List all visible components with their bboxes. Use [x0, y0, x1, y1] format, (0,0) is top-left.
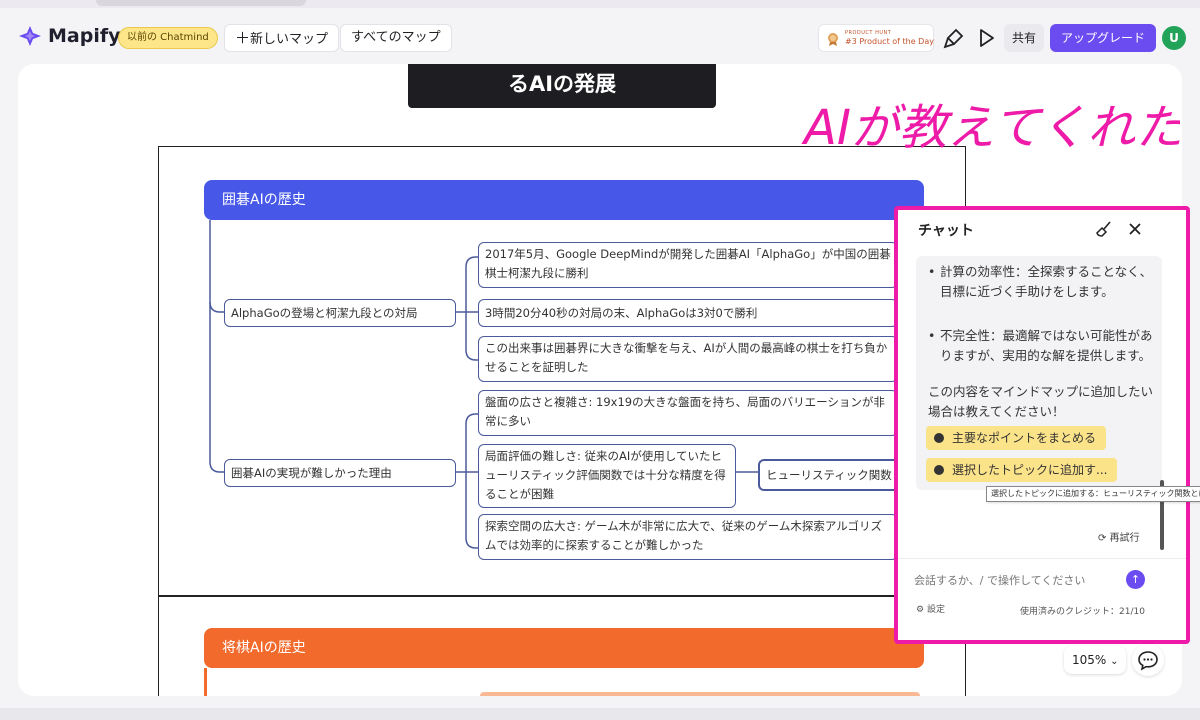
product-hunt-small: PRODUCT HUNT: [845, 30, 892, 36]
gear-icon: ⚙: [916, 605, 925, 615]
close-icon[interactable]: [1126, 220, 1144, 238]
new-map-button[interactable]: ＋新しいマップ: [224, 24, 340, 52]
previous-chatmind-chip[interactable]: 以前の Chatmind: [118, 27, 218, 49]
retry-label: 再試行: [1109, 533, 1140, 544]
suggestion-summarize-label: 主要なポイントをまとめる: [952, 431, 1097, 445]
suggestion-add-topic-label: 選択したトピックに追加す...: [952, 463, 1108, 477]
chat-title: チャット: [918, 223, 974, 239]
chat-message: 計算の効率性：全探索することなく、目標に近づく手助けをします。 不完全性：最適解…: [916, 256, 1162, 490]
product-hunt-big: #3 Product of the Day: [845, 37, 934, 46]
leaf-alphago-2[interactable]: 3時間20分40秒の対局の末、AlphaGoは3対0で勝利: [478, 299, 898, 327]
chat-bullet-1: 計算の効率性：全探索することなく、目標に近づく手助けをします。: [928, 262, 1154, 302]
chat-message-text: この内容をマインドマップに追加したい場合は教えてください！: [928, 384, 1154, 419]
mapify-logo[interactable]: Mapify: [18, 25, 121, 47]
branch-difficulty[interactable]: 囲碁AIの実現が難しかった理由: [224, 459, 456, 487]
product-hunt-badge[interactable]: PRODUCT HUNT #3 Product of the Day: [818, 24, 934, 52]
app-name: Mapify: [48, 25, 121, 47]
leaf-alphago-3[interactable]: この出来事は囲碁界に大きな衝撃を与え、AIが人間の最高峰の棋士を打ち負かせること…: [478, 336, 898, 382]
settings-label: 設定: [926, 605, 945, 615]
arrow-up-icon: ↑: [1130, 573, 1141, 586]
leaf-difficulty-3[interactable]: 探索空間の広大さ: ゲーム木が非常に広大で、従来のゲーム木探索アルゴリズムでは効…: [478, 514, 898, 560]
leaf-difficulty-2[interactable]: 局面評価の難しさ: 従来のAIが使用していたヒューリスティック評価関数では十分な…: [478, 444, 736, 508]
medal-icon: [828, 33, 838, 46]
leaf-difficulty-1[interactable]: 盤面の広さと複雑さ: 19x19の大きな盤面を持ち、局面のバリエーションが非常に…: [478, 390, 898, 436]
browser-tab-pill: [96, 0, 306, 6]
share-button[interactable]: 共有: [1004, 24, 1044, 52]
browser-top-strip: [0, 0, 1200, 8]
avatar[interactable]: U: [1162, 26, 1186, 50]
annotation-text: AIが教えてくれた: [801, 100, 1180, 156]
tooltip: 選択したトピックに追加する：ヒューリスティック関数とは: [986, 486, 1200, 502]
suggestion-add-topic[interactable]: 選択したトピックに追加す...: [926, 458, 1118, 482]
arrow-icon: [934, 433, 944, 443]
mapify-logo-icon: [19, 26, 41, 46]
chat-toggle-button[interactable]: [1132, 644, 1164, 676]
plus-icon: ＋: [235, 29, 251, 47]
shogi-connector: [204, 668, 207, 696]
chat-input[interactable]: [914, 568, 1126, 592]
taskbar-strip: [0, 708, 1200, 720]
plus-circle-icon: [934, 465, 944, 475]
handwritten-annotation: AIが教えてくれた: [801, 100, 1180, 156]
chat-bullet-2: 不完全性：最適解ではない可能性がありますが、実用的な解を提供します。: [928, 326, 1154, 366]
zoom-level: 105%: [1072, 653, 1107, 667]
section-header-shogi[interactable]: 将棋AIの歴史: [204, 628, 924, 668]
section-header-go[interactable]: 囲碁AIの歴史: [204, 180, 924, 220]
top-bar: Mapify 以前の Chatmind ＋新しいマップ すべてのマップ PROD…: [0, 8, 1200, 64]
input-divider: [898, 558, 1186, 559]
upgrade-button[interactable]: アップグレード: [1050, 24, 1156, 52]
credits-text: 使用済みのクレジット：21/10: [1020, 607, 1145, 617]
shogi-branch-partial: [480, 692, 920, 696]
chevron-down-icon: ⌄: [1110, 656, 1119, 667]
zoom-control[interactable]: 105% ⌄: [1064, 646, 1126, 674]
retry-button[interactable]: ⟳ 再試行: [1098, 528, 1156, 550]
new-map-label: 新しいマップ: [250, 32, 329, 47]
brush-icon[interactable]: [942, 26, 966, 50]
suggestion-summarize[interactable]: 主要なポイントをまとめる: [926, 426, 1107, 450]
refresh-icon: ⟳: [1098, 533, 1107, 544]
settings-link[interactable]: ⚙ 設定: [916, 602, 945, 615]
clear-brush-icon[interactable]: [1095, 220, 1113, 238]
branch-alphago[interactable]: AlphaGoの登場と柯潔九段との対局: [224, 299, 456, 327]
leaf-alphago-1[interactable]: 2017年5月、Google DeepMindが開発した囲碁AI「AlphaGo…: [478, 242, 898, 288]
send-button[interactable]: ↑: [1126, 570, 1145, 589]
chat-bubble-icon: [1138, 651, 1158, 671]
all-maps-button[interactable]: すべてのマップ: [340, 24, 452, 52]
chat-panel: チャット 計算の効率性：全探索することなく、目標に近づく手助けをします。 不完全…: [898, 210, 1186, 640]
play-icon[interactable]: [974, 26, 998, 50]
